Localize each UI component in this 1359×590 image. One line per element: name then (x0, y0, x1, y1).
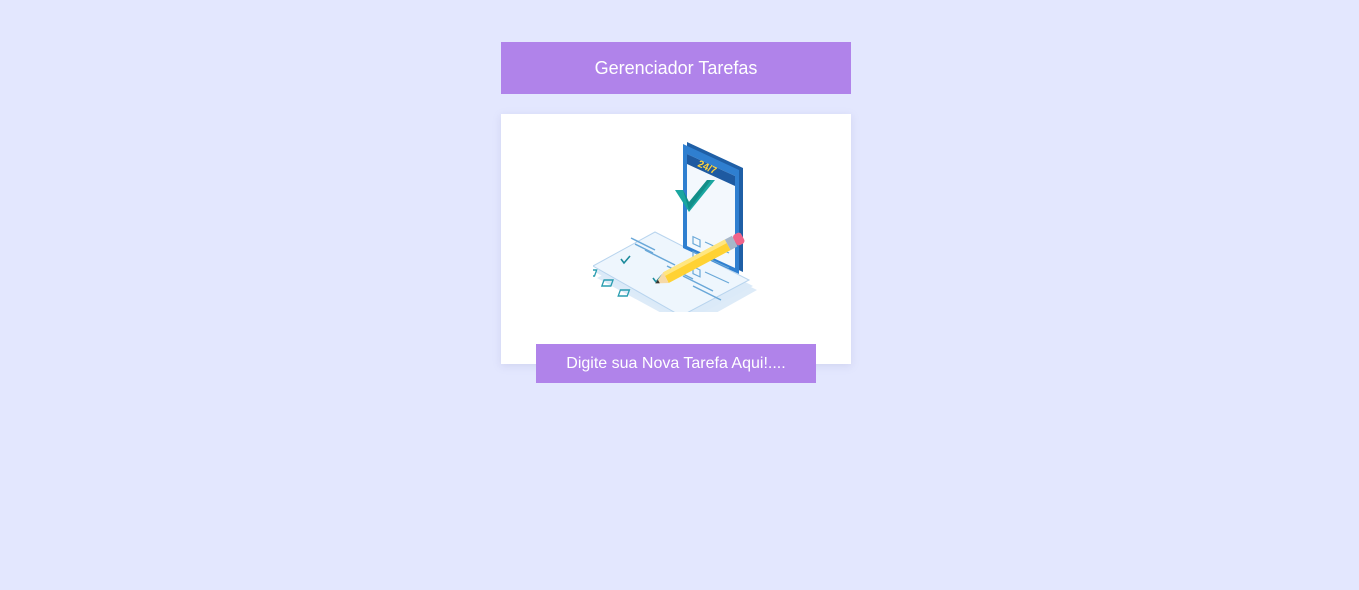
app-header: Gerenciador Tarefas (501, 42, 851, 94)
new-task-input[interactable] (536, 344, 816, 383)
task-card: 24/7 (501, 114, 851, 383)
task-checklist-illustration: 24/7 (593, 142, 757, 312)
app-title: Gerenciador Tarefas (594, 57, 758, 78)
task-manager-app: Gerenciador Tarefas 24/7 Digite sua Nova… (501, 42, 851, 383)
